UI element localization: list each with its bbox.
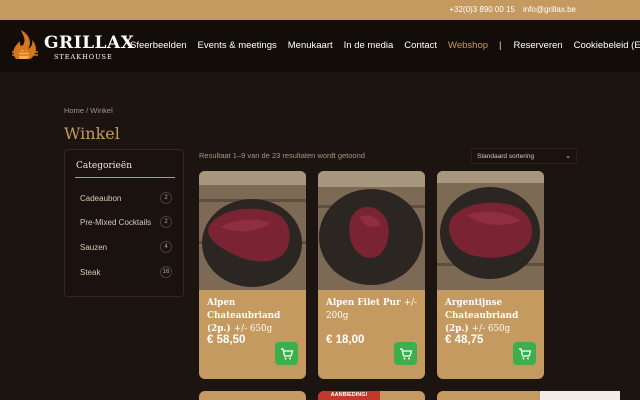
category-count-badge: 4 (160, 241, 172, 253)
product-card-partial[interactable] (437, 391, 544, 400)
nav-item-media[interactable]: In de media (344, 40, 394, 51)
chevron-down-icon: ⌄ (565, 153, 571, 160)
product-card[interactable]: Alpen Filet Pur +/- 200g € 18,00 (318, 171, 425, 379)
top-contact-info: +32(0)3 890 00 15 info@grillax.be (449, 5, 576, 14)
product-weight: +/- 650g (233, 324, 273, 334)
category-item-sauzen[interactable]: Sauzen 4 (80, 241, 172, 255)
nav-item-reserveren[interactable]: Reserveren (513, 40, 562, 51)
logo-name: GRILLAX (44, 33, 135, 53)
product-price: € 48,75 (445, 334, 484, 346)
category-count-badge: 2 (160, 192, 172, 204)
category-count-badge: 16 (160, 266, 172, 278)
product-image[interactable] (437, 171, 544, 290)
category-label: Cadeaubon (80, 194, 122, 203)
nav-item-cookiebeleid[interactable]: Cookiebeleid (EU) (574, 40, 640, 51)
cart-icon (400, 348, 413, 360)
add-to-cart-button[interactable] (513, 342, 536, 365)
categories-widget: Categorieën Cadeaubon 2 Pre-Mixed Cockta… (64, 149, 184, 297)
flame-logo-icon (12, 30, 38, 59)
nav-item-menukaart[interactable]: Menukaart (288, 40, 333, 51)
category-label: Sauzen (80, 243, 108, 252)
meat-on-board-image (437, 171, 544, 290)
product-price: € 58,50 (207, 334, 246, 346)
category-label: Steak (80, 268, 101, 277)
sort-select[interactable]: Standaard sortering ⌄ (471, 148, 577, 164)
meat-on-board-image (199, 171, 306, 290)
site-header: GRILLAX STEAKHOUSE Sfeerbeelden Events &… (0, 20, 640, 72)
nav-item-webshop[interactable]: Webshop (448, 40, 488, 51)
nav-separator: | (499, 40, 502, 51)
sale-ribbon: AANBIEDING! (318, 391, 380, 400)
page-title: Winkel (64, 124, 120, 143)
breadcrumb[interactable]: Home / Winkel (64, 106, 113, 115)
product-title[interactable]: Alpen Chateaubriand (2p.) +/- 650g (207, 297, 299, 336)
add-to-cart-button[interactable] (394, 342, 417, 365)
main-nav: Sfeerbeelden Events & meetings Menukaart… (130, 40, 640, 51)
nav-item-sfeerbeelden[interactable]: Sfeerbeelden (130, 40, 187, 51)
meat-on-board-image (318, 171, 425, 290)
category-count-badge: 2 (160, 216, 172, 228)
product-card[interactable]: Alpen Chateaubriand (2p.) +/- 650g € 58,… (199, 171, 306, 379)
sort-selected-value: Standaard sortering (477, 153, 535, 160)
categories-heading: Categorieën (76, 161, 133, 171)
product-card-partial[interactable]: AANBIEDING! (318, 391, 425, 400)
product-title[interactable]: Alpen Filet Pur +/- 200g (326, 297, 418, 323)
add-to-cart-button[interactable] (275, 342, 298, 365)
top-contact-bar: +32(0)3 890 00 15 info@grillax.be (0, 0, 640, 20)
product-image[interactable] (199, 171, 306, 290)
phone-link[interactable]: +32(0)3 890 00 15 (449, 5, 515, 14)
product-name: Alpen Filet Pur (326, 298, 401, 308)
category-label: Pre-Mixed Cocktails (80, 218, 152, 227)
nav-item-contact[interactable]: Contact (404, 40, 437, 51)
product-title[interactable]: Argentijnse Chateaubriand (2p.) +/- 650g (445, 297, 537, 336)
categories-divider (75, 177, 175, 178)
product-image[interactable] (318, 171, 425, 290)
product-price: € 18,00 (326, 334, 365, 346)
category-item-steak[interactable]: Steak 16 (80, 266, 172, 280)
cart-icon (519, 348, 532, 360)
cart-icon (281, 348, 294, 360)
nav-item-events[interactable]: Events & meetings (198, 40, 277, 51)
product-weight: +/- 650g (471, 324, 511, 334)
result-count: Resultaat 1–9 van de 23 resultaten wordt… (199, 151, 365, 160)
overlay-widget (540, 391, 620, 400)
logo-subtitle: STEAKHOUSE (54, 53, 113, 61)
email-link[interactable]: info@grillax.be (523, 5, 576, 14)
category-item-cocktails[interactable]: Pre-Mixed Cocktails 2 (80, 216, 172, 230)
grillax-logo[interactable]: GRILLAX STEAKHOUSE (8, 29, 134, 63)
product-card-partial[interactable] (199, 391, 306, 400)
category-item-cadeaubon[interactable]: Cadeaubon 2 (80, 192, 172, 206)
product-card[interactable]: Argentijnse Chateaubriand (2p.) +/- 650g… (437, 171, 544, 379)
